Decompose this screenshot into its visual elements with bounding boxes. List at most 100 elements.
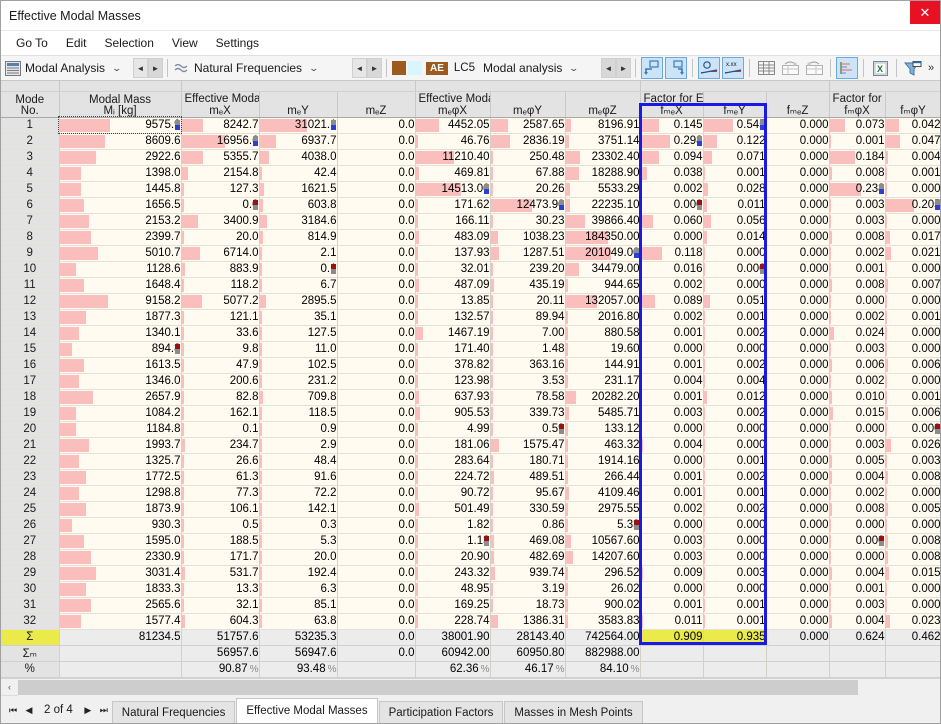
cell-me-z[interactable]: 0.0 xyxy=(337,181,415,197)
cell-fme-z[interactable]: 0.000 xyxy=(766,613,829,629)
cell-modal-mass[interactable]: 1346.0 xyxy=(59,373,181,389)
cell-me-y[interactable]: 0.3 xyxy=(259,517,337,533)
cell-me-y[interactable]: 35.1 xyxy=(259,309,337,325)
cell-fmphi-x[interactable]: 0.000 xyxy=(829,421,885,437)
menu-item-settings[interactable]: Settings xyxy=(207,33,268,53)
horizontal-scrollbar[interactable]: ‹ xyxy=(1,678,940,695)
cell-fme-y[interactable]: 0.000 xyxy=(703,549,766,565)
cell-mephi-y[interactable]: 469.08 xyxy=(490,533,565,549)
cell-fme-z[interactable]: 0.000 xyxy=(766,197,829,213)
cell-me-y[interactable]: 42.4 xyxy=(259,165,337,181)
cell-me-x[interactable]: 106.1 xyxy=(181,501,259,517)
cell-mephi-y[interactable]: 489.51 xyxy=(490,469,565,485)
cell-fme-z[interactable]: 0.000 xyxy=(766,117,829,133)
cell-mephi-z[interactable]: 231.17 xyxy=(565,373,640,389)
cell-mephi-x[interactable]: 1.82 xyxy=(415,517,490,533)
cell-fme-z[interactable]: 0.000 xyxy=(766,277,829,293)
filter-funnel-icon[interactable] xyxy=(902,57,924,79)
cell-me-y[interactable]: 91.6 xyxy=(259,469,337,485)
cell-modal-mass[interactable]: 2330.9 xyxy=(59,549,181,565)
table-row[interactable]: 111648.4118.26.70.0487.09435.19944.650.0… xyxy=(1,277,940,293)
cell-fme-z[interactable]: 0.000 xyxy=(766,341,829,357)
cell-fme-x[interactable]: 0.001 xyxy=(640,469,703,485)
cell-mephi-x[interactable]: 483.09 xyxy=(415,229,490,245)
cell-fme-x[interactable]: 0.001 xyxy=(640,389,703,405)
cell-mephi-z[interactable]: 132057.00 xyxy=(565,293,640,309)
cell-fme-x[interactable]: 0.000 xyxy=(640,229,703,245)
result-next-button[interactable]: ► xyxy=(367,58,382,78)
cell-fme-z[interactable]: 0.000 xyxy=(766,181,829,197)
cell-fme-z[interactable]: 0.000 xyxy=(766,213,829,229)
cell-me-x[interactable]: 188.5 xyxy=(181,533,259,549)
cell-fmphi-x[interactable]: 0.003 xyxy=(829,341,885,357)
cell-fme-x[interactable]: 0.001 xyxy=(640,485,703,501)
cell-fmphi-y[interactable]: 0.017 xyxy=(885,229,940,245)
row-mode-number[interactable]: 1 xyxy=(1,117,59,133)
cell-fmphi-y[interactable]: 0.023 xyxy=(885,613,940,629)
cell-modal-mass[interactable]: 1445.8 xyxy=(59,181,181,197)
cell-me-x[interactable]: 5355.7 xyxy=(181,149,259,165)
cell-fmphi-x[interactable]: 0.002 xyxy=(829,245,885,261)
result-table-combo[interactable]: Natural Frequencies ⌄ xyxy=(172,57,352,79)
cell-me-z[interactable]: 0.0 xyxy=(337,261,415,277)
cell-mephi-z[interactable]: 10567.60 xyxy=(565,533,640,549)
cell-fmphi-y[interactable]: 0.000 xyxy=(885,421,940,437)
cell-mephi-z[interactable]: 5533.29 xyxy=(565,181,640,197)
cell-me-x[interactable]: 127.3 xyxy=(181,181,259,197)
cell-fme-x[interactable]: 0.004 xyxy=(640,373,703,389)
cell-fme-x[interactable]: 0.001 xyxy=(640,357,703,373)
cell-me-y[interactable]: 0.9 xyxy=(259,421,337,437)
cell-fme-z[interactable]: 0.000 xyxy=(766,165,829,181)
table-row[interactable]: 72153.23400.93184.60.0166.1130.2339866.4… xyxy=(1,213,940,229)
cell-fmphi-x[interactable]: 0.001 xyxy=(829,581,885,597)
table-row[interactable]: 301833.313.36.30.048.953.1926.020.0000.0… xyxy=(1,581,940,597)
cell-mephi-x[interactable]: 90.72 xyxy=(415,485,490,501)
cell-fme-y[interactable]: 0.000 xyxy=(703,277,766,293)
cell-me-x[interactable]: 32.1 xyxy=(181,597,259,613)
cell-fme-x[interactable]: 0.089 xyxy=(640,293,703,309)
cell-me-z[interactable]: 0.0 xyxy=(337,517,415,533)
cell-mephi-y[interactable]: 30.23 xyxy=(490,213,565,229)
cell-fme-y[interactable]: 0.000 xyxy=(703,437,766,453)
cell-me-y[interactable]: 72.2 xyxy=(259,485,337,501)
cell-me-z[interactable]: 0.0 xyxy=(337,597,415,613)
cell-fme-z[interactable]: 0.000 xyxy=(766,133,829,149)
full-table-icon[interactable] xyxy=(755,57,777,79)
cell-modal-mass[interactable]: 1772.5 xyxy=(59,469,181,485)
cell-fme-x[interactable]: 0.060 xyxy=(640,213,703,229)
cell-fmphi-y[interactable]: 0.006 xyxy=(885,405,940,421)
cell-me-x[interactable]: 234.7 xyxy=(181,437,259,453)
cell-mephi-y[interactable]: 363.16 xyxy=(490,357,565,373)
row-mode-number[interactable]: 23 xyxy=(1,469,59,485)
cell-mephi-y[interactable]: 67.88 xyxy=(490,165,565,181)
cell-fmphi-y[interactable]: 0.042 xyxy=(885,117,940,133)
cell-fme-z[interactable]: 0.000 xyxy=(766,373,829,389)
cell-fme-x[interactable]: 0.001 xyxy=(640,597,703,613)
cell-me-z[interactable]: 0.0 xyxy=(337,325,415,341)
cell-fme-y[interactable]: 0.000 xyxy=(703,341,766,357)
cell-mephi-x[interactable]: 46.76 xyxy=(415,133,490,149)
cell-modal-mass[interactable]: 1873.9 xyxy=(59,501,181,517)
cell-mephi-x[interactable]: 487.09 xyxy=(415,277,490,293)
cell-me-x[interactable]: 2154.8 xyxy=(181,165,259,181)
cell-mephi-y[interactable]: 78.58 xyxy=(490,389,565,405)
cell-fme-y[interactable]: 0.000 xyxy=(703,533,766,549)
row-mode-number[interactable]: 21 xyxy=(1,437,59,453)
cell-modal-mass[interactable]: 9575.9 xyxy=(59,117,181,133)
cell-mephi-z[interactable]: 463.32 xyxy=(565,437,640,453)
cell-fmphi-y[interactable]: 0.205 xyxy=(885,197,940,213)
scrollbar-thumb[interactable] xyxy=(18,680,858,695)
cell-modal-mass[interactable]: 1877.3 xyxy=(59,309,181,325)
cell-modal-mass[interactable]: 1648.4 xyxy=(59,277,181,293)
cell-fmphi-y[interactable]: 0.047 xyxy=(885,133,940,149)
cell-fme-x[interactable]: 0.298 xyxy=(640,133,703,149)
analysis-prev-button[interactable]: ◄ xyxy=(133,58,148,78)
cell-me-z[interactable]: 0.0 xyxy=(337,469,415,485)
row-mode-number[interactable]: 32 xyxy=(1,613,59,629)
cell-me-y[interactable]: 31021.1 xyxy=(259,117,337,133)
cell-mephi-x[interactable]: 905.53 xyxy=(415,405,490,421)
cell-fme-x[interactable]: 0.000 xyxy=(640,581,703,597)
table-row[interactable]: 15894.89.811.00.0171.401.4819.600.0000.0… xyxy=(1,341,940,357)
cell-mephi-z[interactable]: 23302.40 xyxy=(565,149,640,165)
row-mode-number[interactable]: 7 xyxy=(1,213,59,229)
